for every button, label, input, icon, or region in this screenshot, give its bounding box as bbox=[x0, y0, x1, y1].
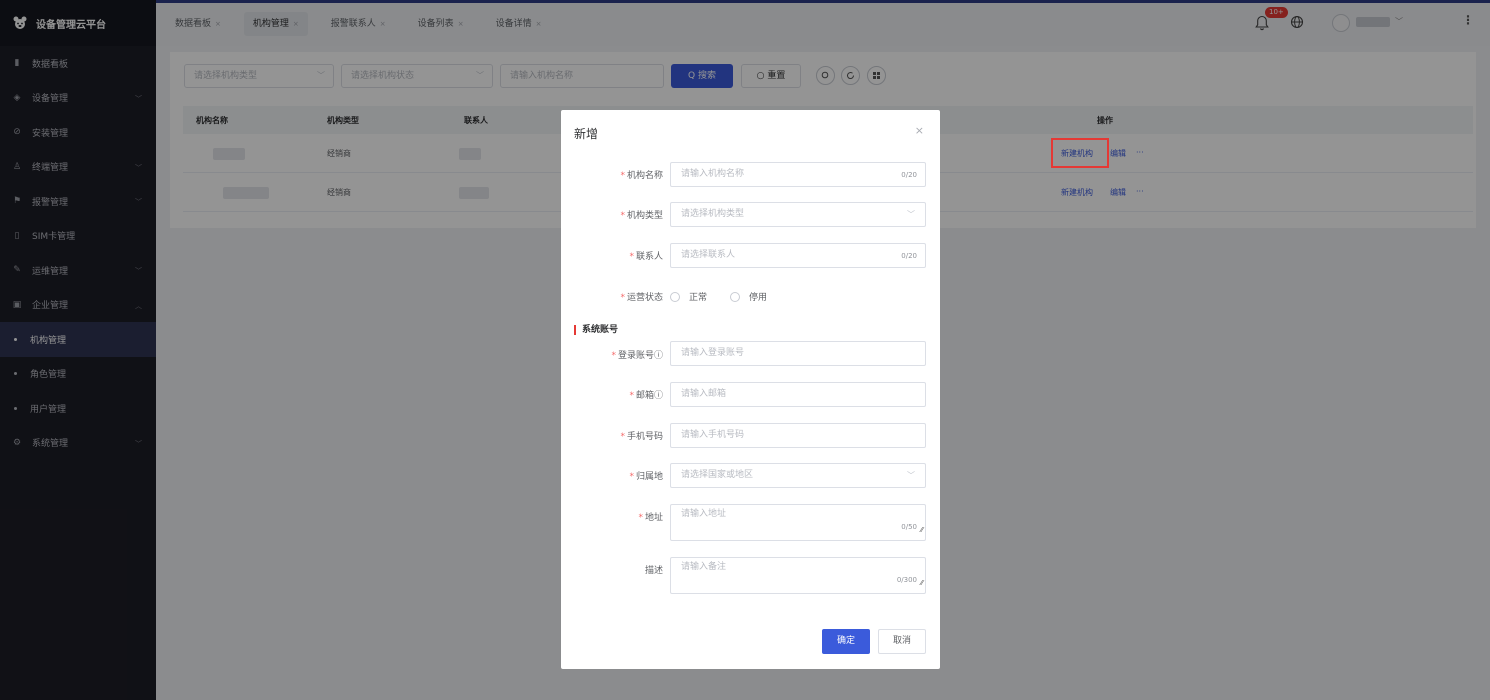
char-counter: 0/50 bbox=[901, 523, 917, 531]
close-icon[interactable]: × bbox=[915, 124, 924, 137]
email-label: * 邮箱ⓘ bbox=[629, 391, 663, 401]
org-name-field[interactable]: 请输入机构名称 0/20 bbox=[670, 162, 926, 187]
char-counter: 0/20 bbox=[901, 252, 917, 260]
phone-placeholder: 请输入手机号码 bbox=[681, 430, 745, 440]
phone-field[interactable]: 请输入手机号码 bbox=[670, 423, 926, 448]
address-label: * 地址 bbox=[638, 513, 663, 523]
region-label: * 归属地 bbox=[629, 472, 663, 482]
login-placeholder: 请输入登录账号 bbox=[681, 348, 745, 358]
cancel-button[interactable]: 取消 bbox=[878, 629, 926, 654]
org-type-placeholder: 请选择机构类型 bbox=[681, 209, 745, 219]
desc-label: 描述 bbox=[644, 566, 663, 576]
phone-label: * 手机号码 bbox=[620, 432, 663, 442]
contact-field[interactable]: 请选择联系人 0/20 bbox=[670, 243, 926, 268]
status-label: * 运营状态 bbox=[620, 293, 663, 303]
radio-disabled[interactable]: 停用 bbox=[730, 290, 767, 303]
char-counter: 0/20 bbox=[901, 171, 917, 179]
contact-label: * 联系人 bbox=[629, 252, 663, 262]
section-title: 系统账号 bbox=[574, 325, 618, 335]
highlight-annotation bbox=[1051, 138, 1109, 168]
char-counter: 0/300 bbox=[896, 576, 917, 584]
dialog-title: 新增 bbox=[574, 127, 599, 141]
email-field[interactable]: 请输入邮箱 bbox=[670, 382, 926, 407]
region-placeholder: 请选择国家或地区 bbox=[681, 470, 754, 480]
resize-handle-icon[interactable]: ⁄⁄ bbox=[921, 521, 923, 539]
org-name-label: * 机构名称 bbox=[620, 171, 663, 181]
confirm-button[interactable]: 确定 bbox=[822, 629, 870, 654]
chevron-down-icon: ﹀ bbox=[907, 471, 915, 480]
email-placeholder: 请输入邮箱 bbox=[681, 389, 727, 399]
radio-circle-icon bbox=[670, 291, 680, 302]
radio-normal[interactable]: 正常 bbox=[670, 290, 707, 303]
chevron-down-icon: ﹀ bbox=[907, 210, 915, 219]
address-textarea[interactable]: 请输入地址 0/50 ⁄⁄ bbox=[670, 504, 926, 541]
desc-placeholder: 请输入备注 bbox=[681, 562, 727, 572]
resize-handle-icon[interactable]: ⁄⁄ bbox=[921, 574, 923, 592]
address-placeholder: 请输入地址 bbox=[681, 509, 727, 519]
add-org-dialog: 新增 × * 机构名称 请输入机构名称 0/20 * 机构类型 请选择机构类型 ﹀ … bbox=[561, 110, 940, 669]
contact-placeholder: 请选择联系人 bbox=[681, 250, 736, 260]
login-label: * 登录账号ⓘ bbox=[611, 351, 663, 361]
desc-textarea[interactable]: 请输入备注 0/300 ⁄⁄ bbox=[670, 557, 926, 594]
login-field[interactable]: 请输入登录账号 bbox=[670, 341, 926, 366]
org-type-select[interactable]: 请选择机构类型 ﹀ bbox=[670, 202, 926, 227]
org-type-label: * 机构类型 bbox=[620, 211, 663, 221]
radio-circle-icon bbox=[730, 291, 740, 302]
org-name-placeholder: 请输入机构名称 bbox=[681, 169, 745, 179]
region-select[interactable]: 请选择国家或地区 ﹀ bbox=[670, 463, 926, 488]
status-radio-group: 正常 停用 bbox=[670, 290, 870, 303]
